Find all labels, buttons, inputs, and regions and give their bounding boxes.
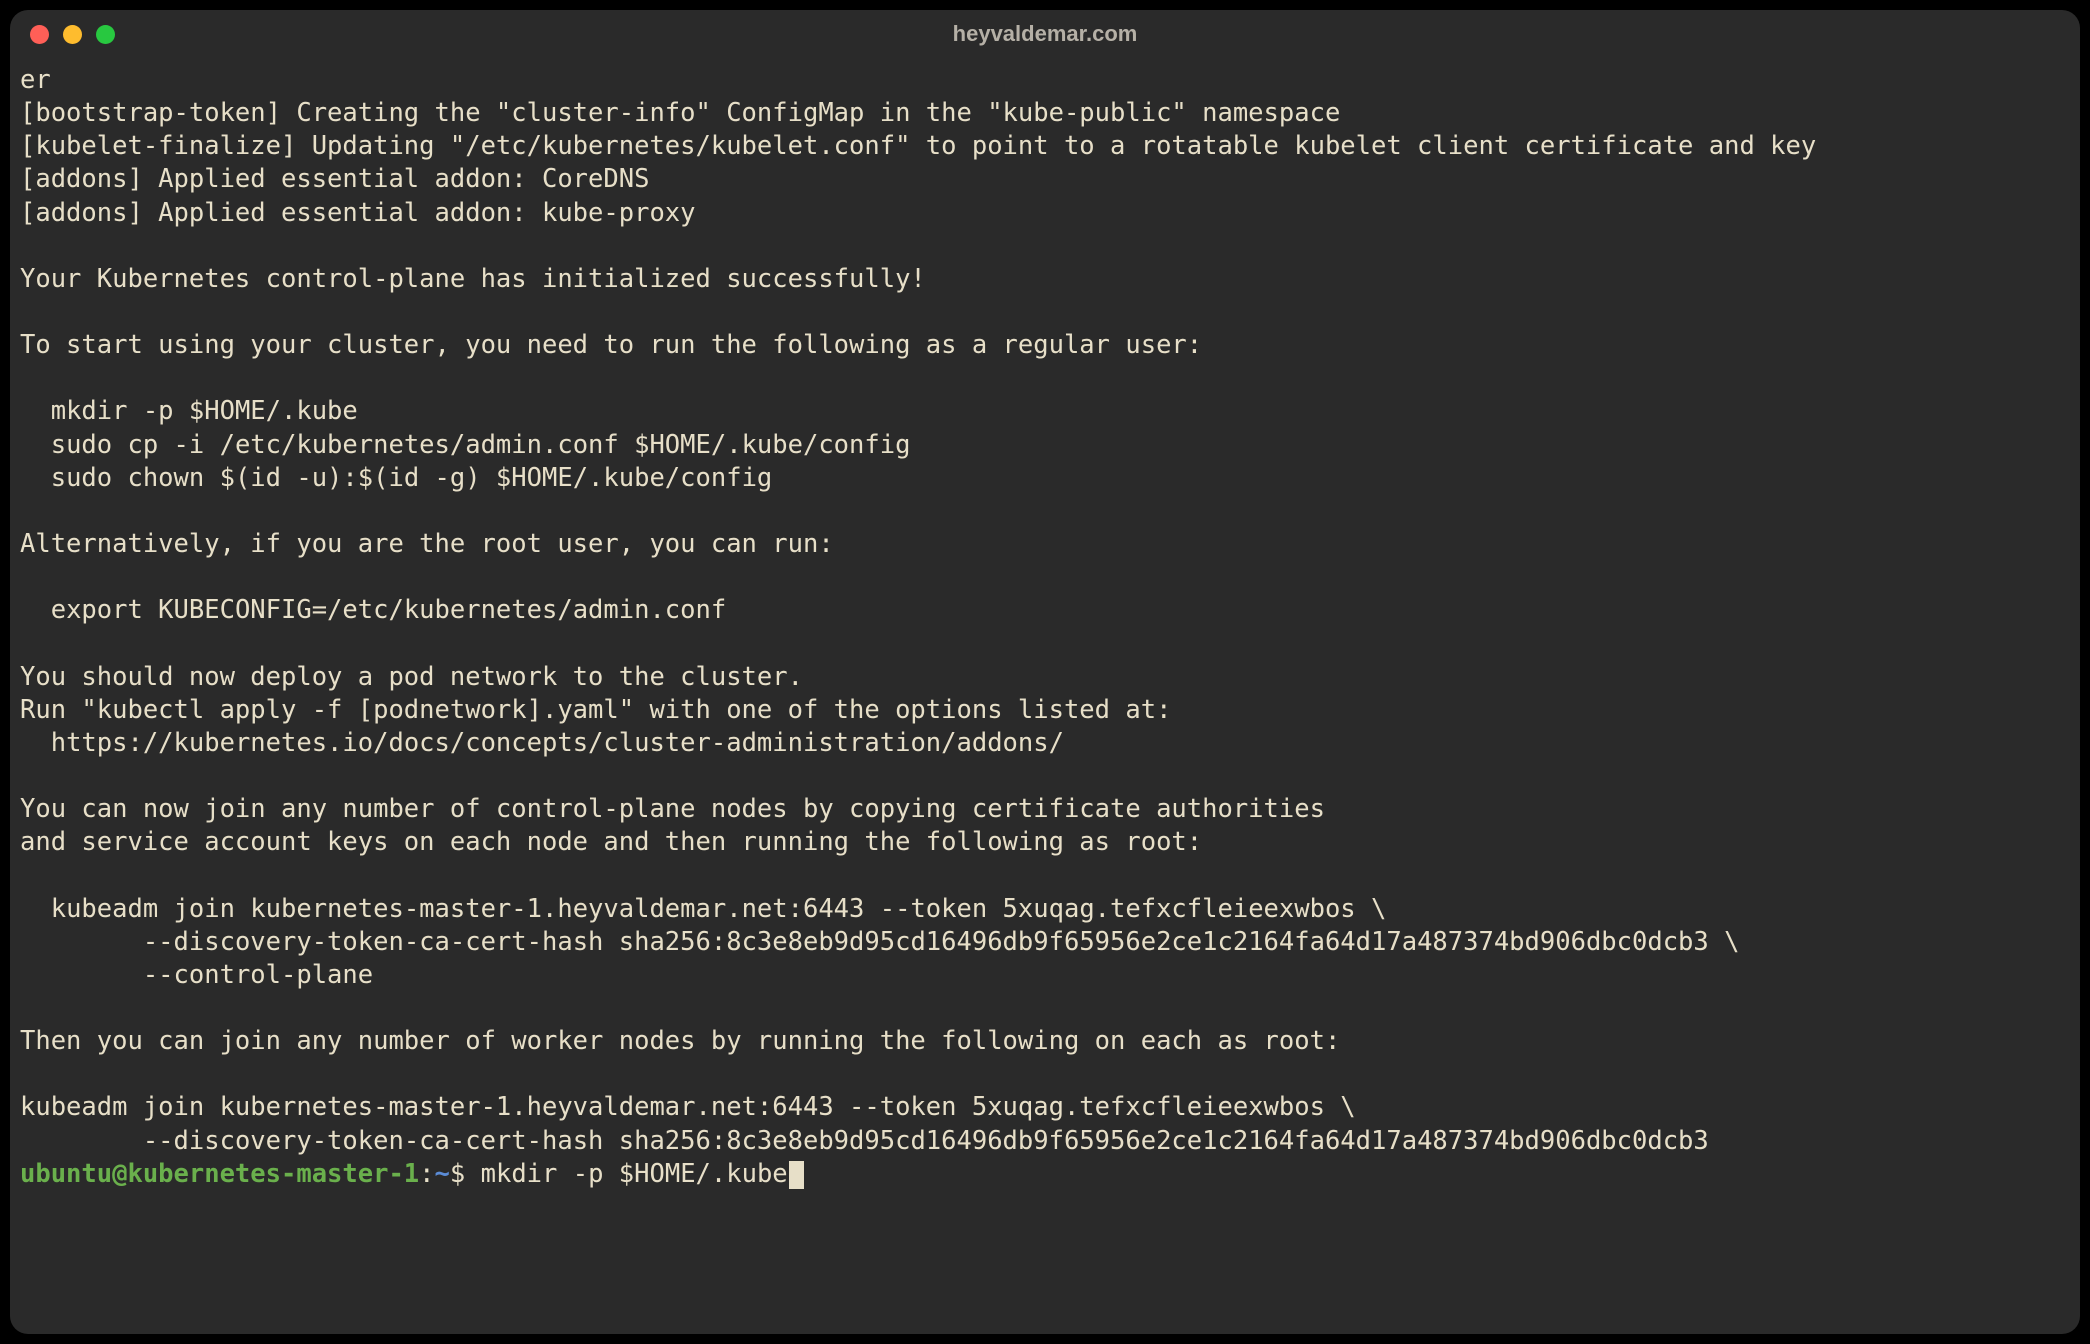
zoom-icon[interactable] <box>96 25 115 44</box>
cursor-icon <box>789 1161 805 1189</box>
traffic-lights <box>30 25 115 44</box>
terminal-window: heyvaldemar.com er [bootstrap-token] Cre… <box>10 10 2080 1334</box>
prompt-dollar: $ <box>450 1159 481 1189</box>
window-titlebar[interactable]: heyvaldemar.com <box>10 10 2080 58</box>
close-icon[interactable] <box>30 25 49 44</box>
prompt-colon: : <box>419 1159 434 1189</box>
terminal-viewport[interactable]: er [bootstrap-token] Creating the "clust… <box>10 58 2080 1334</box>
prompt-path: ~ <box>435 1159 450 1189</box>
prompt-user-host: ubuntu@kubernetes-master-1 <box>20 1159 419 1189</box>
minimize-icon[interactable] <box>63 25 82 44</box>
terminal-output: er [bootstrap-token] Creating the "clust… <box>20 65 1816 1156</box>
window-title: heyvaldemar.com <box>10 21 2080 47</box>
command-input[interactable]: mkdir -p $HOME/.kube <box>481 1159 788 1189</box>
